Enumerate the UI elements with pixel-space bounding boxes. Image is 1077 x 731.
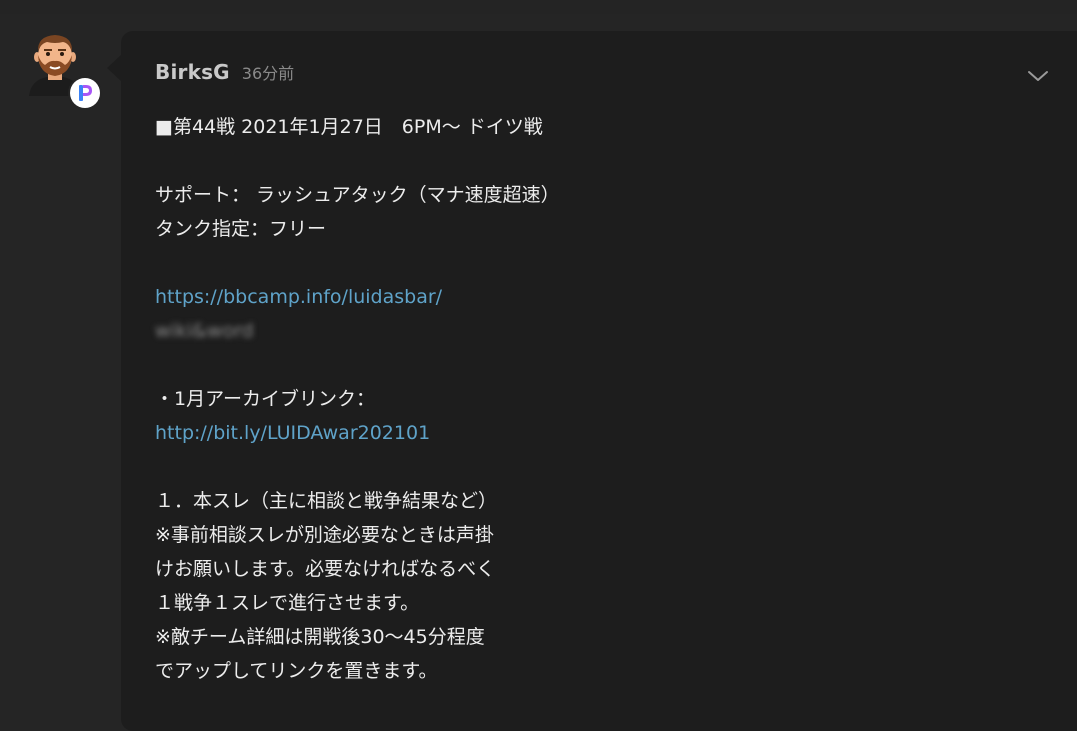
post-line-note2: けお願いします。必要なければなるべく — [155, 558, 496, 580]
post-timestamp: 36分前 — [241, 64, 295, 83]
post-line-note4: ※敵チーム詳細は開戦後30～45分程度 — [155, 626, 485, 648]
expand-button[interactable] — [1022, 62, 1054, 90]
post-line-title: ■第44戦 2021年1月27日 6PM～ ドイツ戦 — [155, 116, 543, 138]
author-name[interactable]: BirksG — [155, 60, 230, 84]
post-body: ■第44戦 2021年1月27日 6PM～ ドイツ戦 サポート： ラッシュアタッ… — [155, 110, 1035, 688]
post-line-support: サポート： ラッシュアタック（マナ速度超速） — [155, 184, 560, 206]
post-header: BirksG 36分前 — [155, 60, 294, 88]
bubble-pointer — [107, 54, 122, 82]
archive-link[interactable]: http://bit.ly/LUIDAwar202101 — [155, 422, 430, 444]
bbcamp-link[interactable]: https://bbcamp.info/luidasbar/ — [155, 286, 442, 308]
post-line-note5: でアップしてリンクを置きます。 — [155, 660, 438, 682]
post-line-archive-label: ・1月アーカイブリンク： — [155, 388, 375, 410]
blurred-text: wiki&word — [155, 320, 254, 342]
app-badge-icon — [70, 78, 100, 108]
top-strip — [0, 0, 1077, 14]
post-line-note3: １戦争１スレで進行させます。 — [155, 592, 420, 614]
post-line-note1: ※事前相談スレが別途必要なときは声掛 — [155, 524, 494, 546]
post-line-tank: タンク指定：フリー — [155, 218, 327, 240]
chevron-down-icon — [1028, 71, 1048, 81]
post-line-item1: １．本スレ（主に相談と戦争結果など） — [155, 490, 498, 512]
